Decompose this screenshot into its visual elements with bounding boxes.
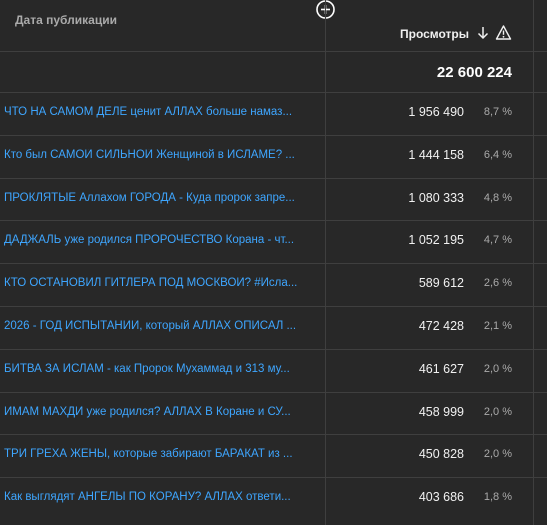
- video-title-link[interactable]: Как выглядят АНГЕЛЫ ПО КОРАНУ? АЛЛАХ отв…: [4, 491, 319, 503]
- views-count: 472 428: [418, 318, 464, 333]
- views-percent: 1,8 %: [483, 491, 512, 504]
- views-count: 1 080 333: [408, 190, 464, 205]
- video-title-link[interactable]: ПРОКЛЯТЫЕ Аллахом ГОРОДА - Куда пророк з…: [4, 192, 319, 204]
- warning-button[interactable]: [495, 24, 512, 41]
- table-row: ПРОКЛЯТЫЕ Аллахом ГОРОДА - Куда пророк з…: [0, 177, 547, 221]
- video-title-link[interactable]: ТРИ ГРЕХА ЖЕНЫ, которые забирают БАРАКАТ…: [4, 448, 319, 460]
- column-header-publish-date[interactable]: Дата публикации: [15, 13, 117, 27]
- table-row: 2026 - ГОД ИСПЫТАНИЙ, который АЛЛАХ ОПИС…: [0, 305, 547, 349]
- arrow-down-icon: [477, 27, 489, 40]
- table-row: КТО ОСТАНОВИЛ ГИТЛЕРА ПОД МОСКВОЙ? #Исла…: [0, 263, 547, 306]
- views-percent: 2,1 %: [483, 319, 512, 332]
- video-title-link[interactable]: КТО ОСТАНОВИЛ ГИТЛЕРА ПОД МОСКВОЙ? #Исла…: [4, 277, 319, 289]
- views-percent: 2,0 %: [483, 362, 512, 375]
- column-header-views[interactable]: Просмотры: [400, 27, 469, 41]
- views-percent: 4,7 %: [483, 234, 512, 247]
- sort-button[interactable]: [476, 25, 490, 41]
- table-row: ТРИ ГРЕХА ЖЕНЫ, которые забирают БАРАКАТ…: [0, 434, 547, 477]
- table-row: Как выглядят АНГЕЛЫ ПО КОРАНУ? АЛЛАХ отв…: [0, 477, 547, 520]
- views-count: 1 444 158: [408, 147, 464, 162]
- views-percent: 2,0 %: [483, 405, 512, 418]
- table-row: ИМАМ МАХДИ уже родился? АЛЛАХ В Коране и…: [0, 391, 547, 435]
- views-percent: 2,6 %: [483, 277, 512, 290]
- total-row: 22 600 224: [0, 51, 547, 93]
- video-title-link[interactable]: Кто был САМОЙ СИЛЬНОЙ Женщиной в ИСЛАМЕ?…: [4, 149, 319, 161]
- views-count: 1 956 490: [408, 105, 464, 119]
- views-percent: 2,0 %: [483, 448, 512, 461]
- video-list: ЧТО НА САМОМ ДЕЛЕ ценит АЛЛАХ больше нам…: [0, 92, 547, 520]
- views-count: 461 627: [418, 361, 464, 376]
- views-count: 458 999: [418, 404, 464, 419]
- views-percent: 6,4 %: [483, 148, 512, 161]
- video-title-link[interactable]: 2026 - ГОД ИСПЫТАНИЙ, который АЛЛАХ ОПИС…: [4, 320, 319, 332]
- total-views: 22 600 224: [436, 64, 512, 81]
- table-row: ЧТО НА САМОМ ДЕЛЕ ценит АЛЛАХ больше нам…: [0, 92, 547, 135]
- video-title-link[interactable]: ДАДЖАЛЬ уже родился ПРОРОЧЕСТВО Корана -…: [4, 234, 319, 246]
- video-title-link[interactable]: ЧТО НА САМОМ ДЕЛЕ ценит АЛЛАХ больше нам…: [4, 106, 319, 118]
- table-header: Дата публикации Просмотры: [0, 0, 547, 51]
- table-row: ДАДЖАЛЬ уже родился ПРОРОЧЕСТВО Корана -…: [0, 220, 547, 263]
- table-row: БИТВА ЗА ИСЛАМ - как Пророк Мухаммад и 3…: [0, 348, 547, 392]
- video-title-link[interactable]: ИМАМ МАХДИ уже родился? АЛЛАХ В Коране и…: [4, 406, 319, 418]
- views-count: 450 828: [418, 447, 464, 462]
- video-title-link[interactable]: БИТВА ЗА ИСЛАМ - как Пророк Мухаммад и 3…: [4, 363, 319, 375]
- table-row: Кто был САМОЙ СИЛЬНОЙ Женщиной в ИСЛАМЕ?…: [0, 134, 547, 178]
- warning-triangle-icon: [495, 25, 512, 40]
- views-count: 403 686: [418, 490, 464, 505]
- views-count: 1 052 195: [408, 233, 464, 248]
- views-count: 589 612: [418, 276, 464, 291]
- views-percent: 8,7 %: [483, 106, 512, 118]
- views-percent: 4,8 %: [483, 191, 512, 204]
